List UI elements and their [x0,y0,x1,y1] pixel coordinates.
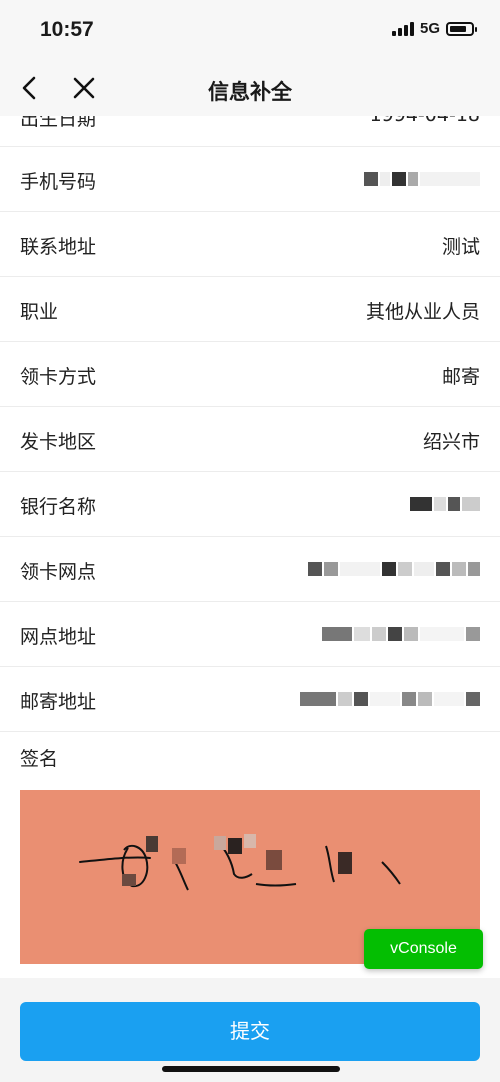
redacted-value [362,167,480,189]
row-value: 邮寄 [441,366,480,388]
home-indicator [162,1066,340,1072]
row-value: 绍兴市 [422,431,480,453]
row-label: 银行名称 [20,496,97,518]
page-title: 信息补全 [208,80,292,104]
form-row-occupation[interactable]: 职业 其他从业人员 [0,277,500,342]
signature-label: 签名 [20,748,59,770]
row-label: 职业 [20,301,59,323]
form-row-mailing-address[interactable]: 邮寄地址 [0,667,500,732]
row-label: 手机号码 [20,171,97,193]
status-time: 10:57 [40,18,94,41]
submit-button[interactable]: 提交 [20,1002,480,1061]
row-label: 发卡地区 [20,431,97,453]
row-label: 邮寄地址 [20,691,97,713]
form-row-phone[interactable]: 手机号码 [0,147,500,212]
form-row-card-pickup[interactable]: 领卡方式 邮寄 [0,342,500,407]
status-bar: 10:57 5G [0,0,500,62]
redacted-value [320,622,480,644]
row-label: 领卡方式 [20,366,97,388]
row-label: 领卡网点 [20,561,97,583]
network-label: 5G [419,20,440,37]
row-label: 网点地址 [20,626,97,648]
vconsole-button[interactable]: vConsole [364,929,483,969]
redacted-value [298,687,480,709]
bottom-bar: 提交 [0,978,500,1082]
form-row-branch-address[interactable]: 网点地址 [0,602,500,667]
battery-icon [446,21,477,36]
form-list: 出生日期 1994-04-18 手机号码 联系地址 测试 职业 其他从业人员 领… [0,84,500,732]
row-value: 测试 [441,236,480,258]
row-value: 其他从业人员 [365,301,480,323]
form-row-card-region[interactable]: 发卡地区 绍兴市 [0,407,500,472]
form-row-bank-name[interactable]: 银行名称 [0,472,500,537]
status-indicators: 5G [391,20,477,37]
form-row-card-branch[interactable]: 领卡网点 [0,537,500,602]
nav-bar: 信息补全 [0,62,500,116]
form-row-address[interactable]: 联系地址 测试 [0,212,500,277]
redacted-value [306,557,480,579]
signal-icon [391,21,414,36]
row-label: 联系地址 [20,236,97,258]
redacted-value [408,492,480,514]
